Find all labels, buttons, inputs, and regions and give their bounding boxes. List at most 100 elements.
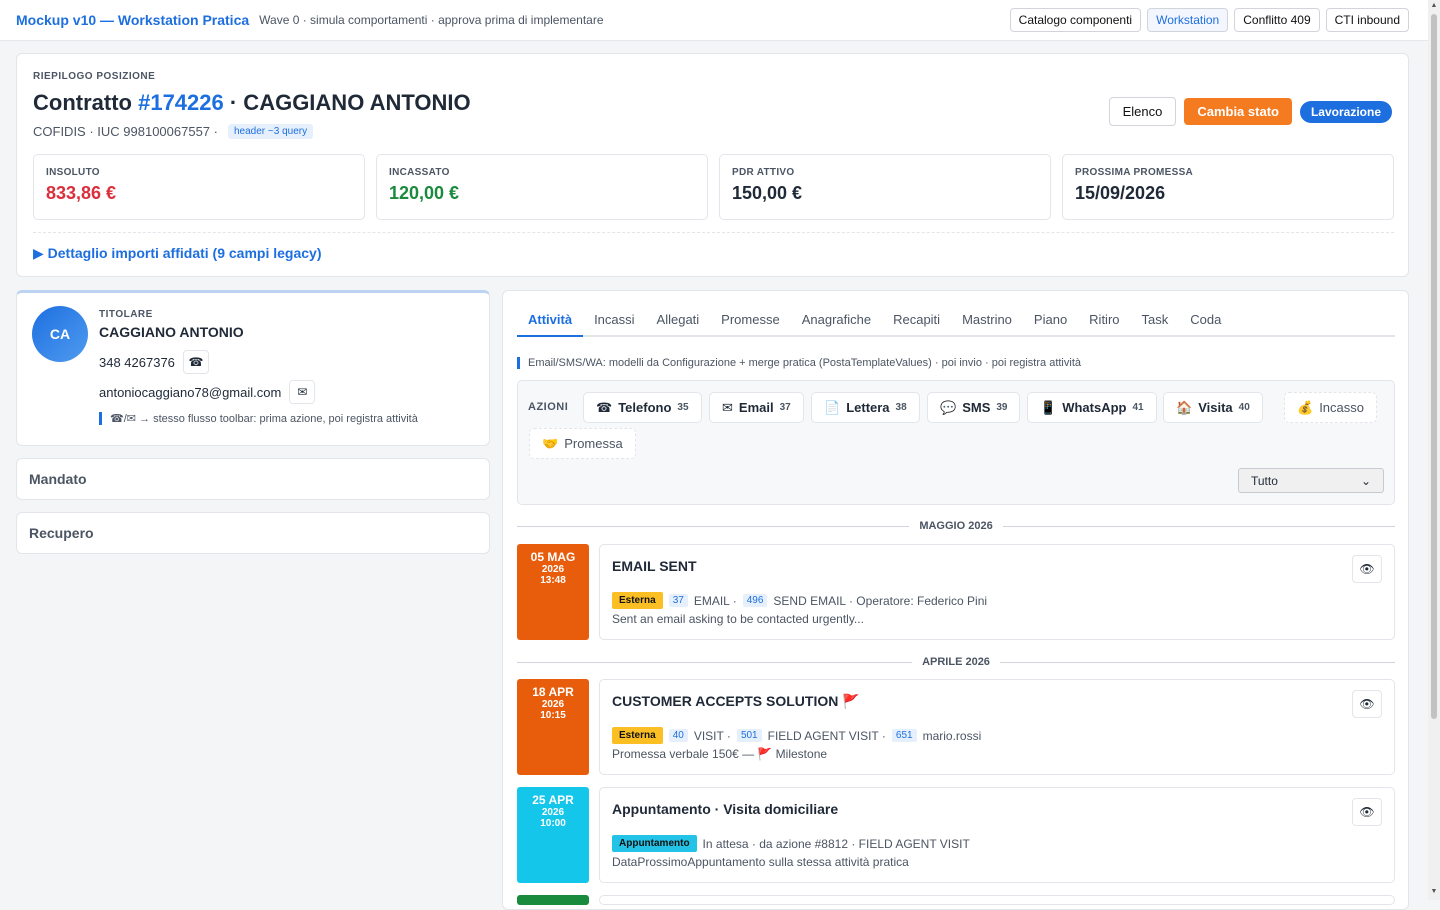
detail-amounts-toggle[interactable]: ▶ Dettaglio importi affidati (9 campi le… [33,245,321,262]
activity-badge: Esterna [612,592,663,609]
activity-meta-text: In attesa · da azione #8812 · FIELD AGEN… [702,836,970,851]
change-state-button[interactable]: Cambia stato [1184,98,1292,125]
tab-allegati[interactable]: Allegati [646,307,711,335]
kpi-label: PDR ATTIVO [732,167,795,178]
kpi-value: 120,00 € [389,183,460,203]
page-scrollbar[interactable]: ▲ ▼ [1428,0,1440,900]
summary-eyebrow: RIEPILOGO POSIZIONE [33,71,156,82]
action-label: Visita [1198,400,1233,415]
phone-icon[interactable]: ☎ [182,350,209,374]
activity-card[interactable]: CUSTOMER ACCEPTS SOLUTION 🚩 Esterna 40 V… [599,679,1395,775]
action-count: 41 [1132,402,1144,413]
top-bar: Mockup v10 — Workstation Pratica Wave 0 … [0,0,1440,41]
handshake-icon: 🤝 [542,435,559,451]
action-sms-button[interactable]: 💬 SMS 39 [927,392,1021,423]
date-year: 2026 [541,564,565,575]
date-day: 05 MAG [530,550,576,564]
accordion-recupero[interactable]: Recupero [16,512,490,554]
activity-meta-text: SEND EMAIL · Operatore: Federico Pini [773,593,988,608]
activity-summary: Promessa verbale 150€ — 🚩 Milestone [612,747,828,761]
info-note: Email/SMS/WA: modelli da Configurazione … [517,357,1081,369]
kpi-label: INSOLUTO [46,167,100,178]
month-label: APRILE 2026 [922,656,990,668]
action-count: 40 [1238,402,1250,413]
kpi-value: 150,00 € [732,183,803,203]
activity-date: 18 APR 2026 10:15 [517,679,589,775]
contract-number[interactable]: #174226 [138,90,224,115]
action-count: 38 [895,402,907,413]
header-actions: Elenco Cambia stato Lavorazione [1108,97,1392,126]
action-promessa-button[interactable]: 🤝 Promessa [529,428,636,459]
tab-task[interactable]: Task [1131,307,1180,335]
tab-piano[interactable]: Piano [1023,307,1078,335]
kpi-value: 15/09/2026 [1075,183,1166,203]
action-label: Promessa [564,436,623,451]
nav-cti-inbound[interactable]: CTI inbound [1325,8,1409,32]
tab-attivita[interactable]: Attività [517,307,584,337]
activity-filter-select[interactable]: Tutto ⌄ [1238,468,1384,493]
accordion-mandato[interactable]: Mandato [16,458,490,500]
activity-date: 25 APR 2026 10:00 [517,787,589,883]
activity-date: 05 MAG 2026 13:48 [517,544,589,640]
tab-promesse[interactable]: Promesse [710,307,791,335]
eye-icon[interactable]: 👁 [1352,690,1382,718]
mail-icon[interactable]: ✉ [289,380,316,404]
activity-card[interactable] [599,895,1395,905]
tab-incassi[interactable]: Incassi [583,307,645,335]
position-summary-card: RIEPILOGO POSIZIONE Contratto #174226 · … [16,53,1409,277]
action-count: 39 [996,402,1008,413]
scroll-down-icon[interactable]: ▼ [1430,888,1438,896]
top-nav: Catalogo componenti Workstation Conflitt… [1009,8,1409,32]
activity-card[interactable]: Appuntamento · Visita domiciliare Appunt… [599,787,1395,883]
action-email-button[interactable]: ✉ Email 37 [709,392,804,423]
month-label: MAGGIO 2026 [919,520,993,532]
action-visita-button[interactable]: 🏠 Visita 40 [1163,392,1263,423]
scrollbar-thumb[interactable] [1431,14,1437,719]
tab-recapiti[interactable]: Recapiti [882,307,951,335]
owner-note: ☎/✉ → stesso flusso toolbar: prima azion… [99,412,418,425]
date-time: 10:15 [540,710,566,721]
activity-summary: DataProssimoAppuntamento sulla stessa at… [612,855,909,869]
kpi-label: INCASSATO [389,167,450,178]
month-divider: MAGGIO 2026 [517,519,1395,533]
activity-title: Appuntamento · Visita domiciliare [612,801,839,817]
state-badge: Lavorazione [1299,100,1392,123]
sms-icon: 💬 [940,399,957,415]
activity-badge: Esterna [612,727,663,744]
activity-code: 501 [736,729,762,742]
eye-icon[interactable]: 👁 [1352,798,1382,826]
nav-catalogo-componenti[interactable]: Catalogo componenti [1009,8,1142,32]
action-whatsapp-button[interactable]: 📱 WhatsApp 41 [1027,392,1157,423]
tab-ritiro[interactable]: Ritiro [1078,307,1130,335]
action-lettera-button[interactable]: 📄 Lettera 38 [811,392,920,423]
owner-email-row: antoniocaggiano78@gmail.com ✉ [99,380,316,404]
scroll-up-icon[interactable]: ▲ [1430,2,1438,10]
activity-code: 37 [668,594,688,607]
nav-conflitto-409[interactable]: Conflitto 409 [1234,8,1320,32]
letter-icon: 📄 [824,399,841,415]
action-telefono-button[interactable]: ☎ Telefono 35 [583,392,702,423]
tab-coda[interactable]: Coda [1179,307,1232,335]
nav-workstation[interactable]: Workstation [1147,8,1229,32]
summary-divider [33,232,1394,233]
eye-icon[interactable]: 👁 [1352,555,1382,583]
owner-name: CAGGIANO ANTONIO [99,324,244,340]
house-icon: 🏠 [1176,399,1193,415]
meta-chip: header ~3 query [227,124,314,139]
activity-meta-text: mario.rossi [922,728,982,743]
mail-icon: ✉ [722,399,733,415]
tab-mastrino[interactable]: Mastrino [951,307,1023,335]
actions-toolbar: AZIONI ☎ Telefono 35 ✉ Email 37 📄 Lettera 38 💬… [517,380,1395,505]
title-prefix: Contratto [33,90,139,115]
chevron-down-icon: ⌄ [1360,473,1371,488]
date-day: 18 APR [532,685,574,699]
app-brand[interactable]: Mockup v10 — Workstation Pratica [16,12,249,28]
activity-card[interactable]: EMAIL SENT Esterna 37 EMAIL · 496 SEND E… [599,544,1395,640]
money-bag-icon: 💰 [1297,399,1314,415]
phone-icon: ☎ [596,399,613,415]
app-subtitle: Wave 0 · simula comportamenti · approva … [259,13,604,27]
owner-eyebrow: TITOLARE [99,309,153,320]
list-button[interactable]: Elenco [1108,97,1177,126]
tab-anagrafiche[interactable]: Anagrafiche [791,307,882,335]
action-incasso-button[interactable]: 💰 Incasso [1284,392,1377,423]
